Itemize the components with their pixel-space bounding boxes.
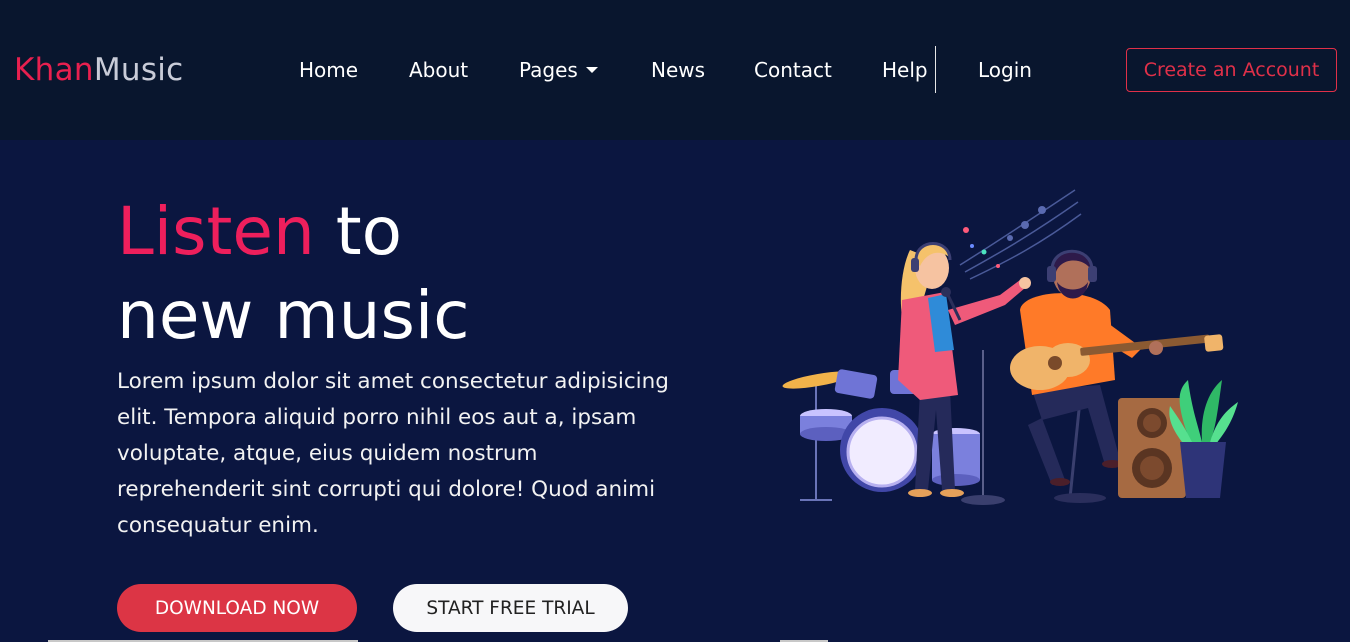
hero-title-word: to — [335, 193, 403, 270]
start-free-trial-button[interactable]: START FREE TRIAL — [393, 584, 628, 632]
nav-news-link[interactable]: News — [651, 56, 705, 84]
create-account-button[interactable]: Create an Account — [1126, 48, 1337, 92]
hero-title-line2: new music — [117, 277, 470, 354]
brand-logo[interactable]: KhanMusic — [14, 50, 184, 90]
bass-drum — [840, 408, 924, 492]
brand-name-part1: Khan — [14, 52, 94, 88]
nav-help-link[interactable]: Help — [882, 56, 928, 84]
nav-login-link[interactable]: Login — [978, 56, 1032, 84]
nav-pages-label: Pages — [519, 58, 578, 82]
hero-title: Listen to new music — [117, 190, 470, 358]
musicians-illustration — [782, 189, 1238, 505]
hero-title-accent: Listen — [117, 193, 315, 270]
caret-down-icon — [585, 67, 598, 73]
brand-name-part2: Music — [93, 52, 184, 88]
nav-divider — [935, 46, 936, 93]
navbar: KhanMusic Home About Pages News Contact … — [0, 0, 1350, 140]
nav-pages-dropdown[interactable]: Pages — [519, 56, 598, 84]
hero-description: Lorem ipsum dolor sit amet consectetur a… — [117, 369, 669, 538]
nav-home-link[interactable]: Home — [299, 56, 358, 84]
speaker — [1118, 398, 1186, 498]
nav-about-link[interactable]: About — [409, 56, 468, 84]
nav-contact-link[interactable]: Contact — [754, 56, 832, 84]
download-now-button[interactable]: DOWNLOAD NOW — [117, 584, 357, 632]
